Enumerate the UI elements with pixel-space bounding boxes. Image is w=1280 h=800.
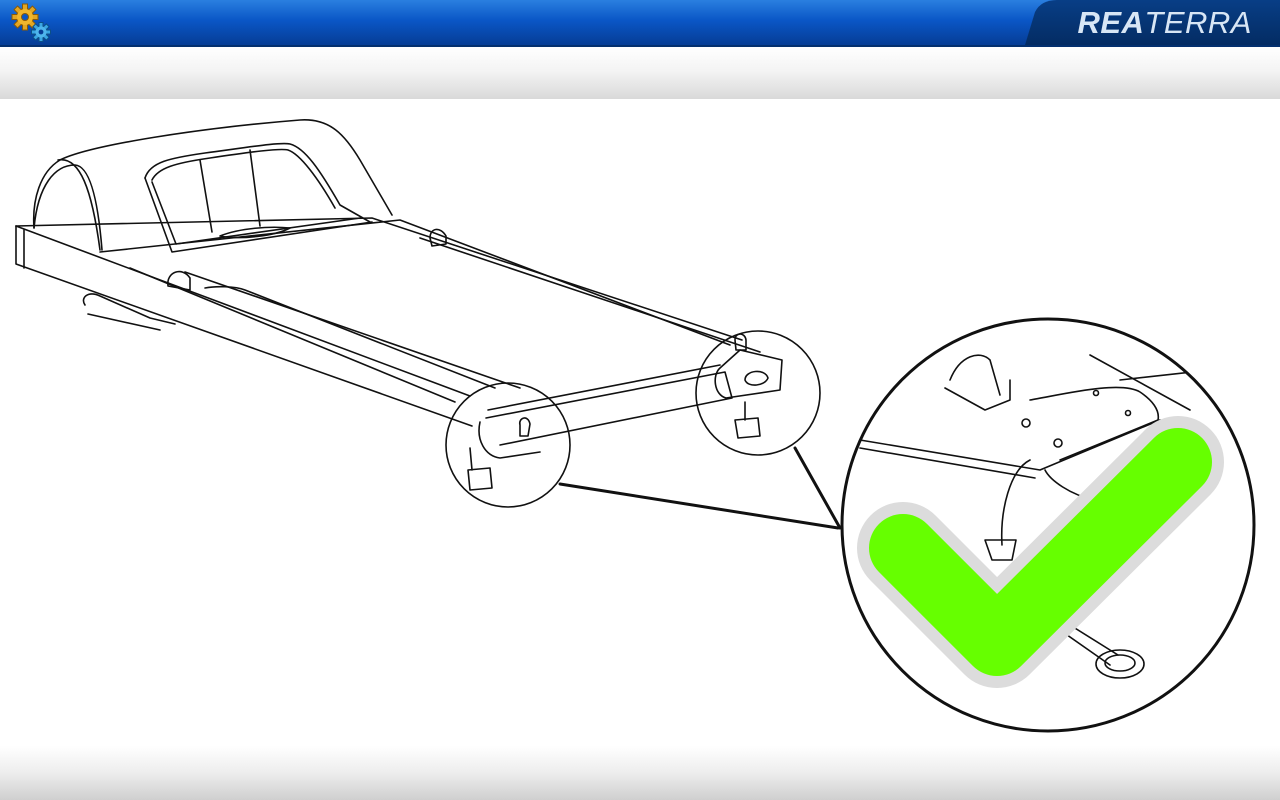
checkmark-icon: [857, 416, 1224, 688]
connector-line-2: [793, 446, 842, 530]
motor-hood: [32, 119, 393, 253]
treadmill-illustration: [15, 119, 1256, 733]
detail-callouts: [445, 330, 821, 508]
illustration-area: [0, 99, 1280, 746]
rear-roller: [478, 333, 783, 459]
connector-line-1: [558, 482, 840, 530]
bottom-bar: [0, 746, 1280, 800]
settings-button[interactable]: [8, 2, 56, 44]
brand-logo-light: TERRA: [1144, 5, 1252, 40]
top-bar: REATERRA: [0, 0, 1280, 47]
brand-logo-bold: REA: [1077, 5, 1145, 40]
treadmill-frame: [15, 217, 761, 427]
sub-header-bar: [0, 47, 1280, 99]
brand-logo: REATERRA: [1077, 5, 1252, 41]
gears-icon: [11, 3, 51, 42]
